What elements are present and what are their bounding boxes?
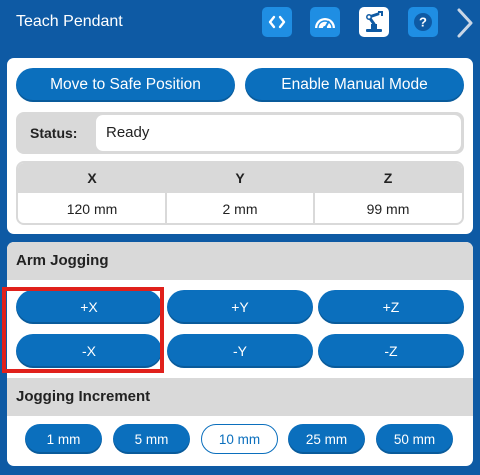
app-header: Teach Pendant ? [0, 0, 480, 46]
coord-header-y: Y [235, 170, 245, 186]
jog-minus-y-button[interactable]: -Y [167, 334, 313, 368]
status-value: Ready [96, 115, 461, 151]
arm-jogging-heading: Arm Jogging [7, 242, 473, 280]
jogging-panel: Arm Jogging +X +Y +Z -X -Y -Z Jogging In… [7, 242, 473, 466]
speedometer-icon [315, 18, 335, 30]
jog-plus-x-button[interactable]: +X [16, 290, 162, 324]
status-label: Status: [30, 125, 78, 141]
control-panel: Move to Safe Position Enable Manual Mode… [7, 58, 473, 234]
increment-50mm-button[interactable]: 50 mm [376, 424, 453, 454]
increment-1mm-button[interactable]: 1 mm [25, 424, 102, 454]
help-button[interactable]: ? [408, 7, 438, 37]
coordinates-table: X Y Z 120 mm 2 mm 99 mm [16, 161, 464, 225]
coord-header-z: Z [383, 170, 393, 186]
code-icon [268, 15, 286, 29]
jog-plus-y-button[interactable]: +Y [167, 290, 313, 324]
robot-arm-button[interactable] [359, 7, 389, 37]
increment-10mm-button[interactable]: 10 mm [201, 424, 278, 454]
increment-5mm-button[interactable]: 5 mm [113, 424, 190, 454]
status-bar: Status: Ready [16, 112, 464, 154]
code-view-button[interactable] [262, 7, 292, 37]
jogging-increment-heading: Jogging Increment [7, 378, 473, 416]
svg-text:?: ? [419, 15, 427, 30]
jog-minus-x-button[interactable]: -X [16, 334, 162, 368]
chevron-right-icon[interactable] [452, 6, 476, 40]
jog-minus-z-button[interactable]: -Z [318, 334, 464, 368]
increment-25mm-button[interactable]: 25 mm [288, 424, 365, 454]
move-to-safe-position-button[interactable]: Move to Safe Position [16, 68, 235, 102]
robot-arm-icon [366, 11, 383, 32]
enable-manual-mode-button[interactable]: Enable Manual Mode [245, 68, 464, 102]
coord-value-y: 2 mm [222, 201, 258, 217]
page-title: Teach Pendant [16, 13, 123, 30]
coord-value-x: 120 mm [66, 201, 118, 217]
help-icon: ? [414, 13, 432, 31]
coord-value-z: 99 mm [366, 201, 410, 217]
dashboard-button[interactable] [310, 7, 340, 37]
jog-plus-z-button[interactable]: +Z [318, 290, 464, 324]
coord-header-x: X [87, 170, 97, 186]
